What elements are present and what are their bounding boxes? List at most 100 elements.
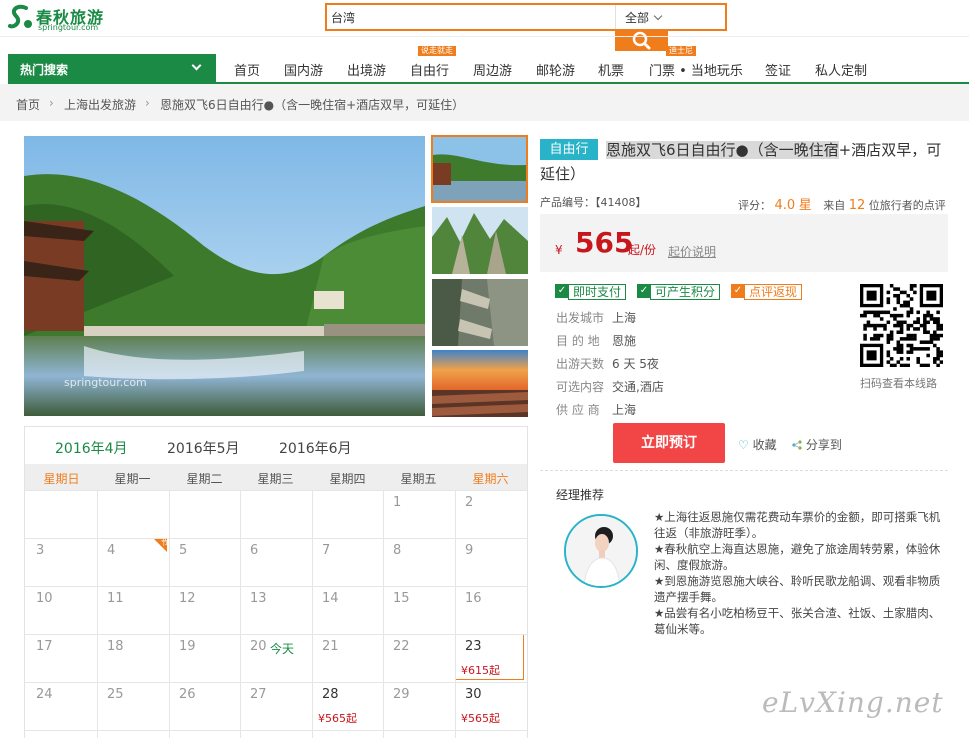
calendar-col-line [169,490,170,738]
header-divider [0,36,969,37]
qr-code-icon [860,284,943,367]
logo-mark-icon [8,4,32,29]
breadcrumb-category[interactable]: 上海出发旅游 [64,96,136,113]
rating-from-label: 来自 [823,199,846,212]
recommendation-line: ★品尝有名小吃柏杨豆干、张关合渣、社饭、土家腊肉、葛仙米等。 [654,606,941,636]
thumbnail-1[interactable] [431,135,528,203]
rating-label: 评分： [738,199,771,212]
nav-item-nearby[interactable]: 周边游 [473,60,512,79]
breadcrumb-current: 恩施双飞6日自由行●（含一晚住宿+酒店双早，可延住） [160,98,465,112]
weekday-fri: 星期五 [400,472,437,486]
breadcrumb-home[interactable]: 首页 [16,96,40,113]
calendar-day: 29 [393,687,410,702]
info-label-departure: 出发城市 [556,311,605,325]
recommendation-line: ★上海往返恩施仅需花费动车票价的金额，即可搭乘飞机往返（非旅游旺季）。 [654,510,941,540]
breadcrumb-separator-icon: › [49,96,54,110]
review-suffix: 位旅行者的点评 [868,199,946,212]
price-note-link[interactable]: 起价说明 [668,243,716,260]
landscape-image: springtour.com [24,136,425,416]
main-photo[interactable]: springtour.com [24,136,425,416]
calendar-day[interactable]: 28 [322,687,339,702]
month-tab-jun[interactable]: 2016年6月 [279,438,352,458]
calendar-col-line [97,490,98,738]
favorite-label: 收藏 [752,438,777,452]
thumbnail-2[interactable] [432,207,528,274]
logo[interactable]: 春秋旅游 springtour.com [8,4,118,36]
nav-item-cruise[interactable]: 邮轮游 [536,60,575,79]
product-title-highlight: 恩施双飞6日自由行●（含一晚住宿 [606,141,839,159]
calendar-row-line [25,586,527,587]
thumbnail-3[interactable] [432,279,528,346]
calendar-day: 15 [393,591,410,606]
nav-item-free-travel[interactable]: 自由行 [410,60,449,79]
weekday-mon: 星期一 [114,472,151,486]
calendar-day: 9 [465,543,474,558]
calendar-day: 13 [250,591,267,606]
avatar [564,514,638,588]
check-icon: ✓ [731,284,745,298]
nav-item-custom[interactable]: 私人定制 [815,60,867,79]
nav-item-flights[interactable]: 机票 [598,60,624,79]
thumbnail-4[interactable] [432,350,528,417]
nav-item-outbound[interactable]: 出境游 [347,60,386,79]
share-label: 分享到 [805,438,842,452]
calendar-day-price[interactable]: ¥565起 [318,710,357,726]
rating-unit: 星 [798,198,812,213]
search-box: 全部 [325,3,727,31]
manager-portrait [566,516,636,586]
calendar-day-price[interactable]: ¥615起 [461,662,500,678]
calendar-day-price[interactable]: ¥565起 [461,710,500,726]
nav-item-visa[interactable]: 签证 [765,60,791,79]
price-currency: ¥ [555,243,563,257]
favorite-button[interactable]: ♡ 收藏 [738,436,777,453]
calendar-day[interactable]: 23 [465,639,482,654]
nav-item-domestic[interactable]: 国内游 [284,60,323,79]
feature-instant-pay: ✓ 即时支付 [555,284,627,300]
calendar-row-line [25,634,527,635]
info-label-options: 可选内容 [556,380,605,394]
breadcrumb-separator-icon: › [145,96,150,110]
weekday-sat: 星期六 [472,472,509,486]
search-input[interactable] [331,8,611,26]
calendar-day: 16 [465,591,482,606]
thumbnail-image [432,350,528,417]
calendar-day: 8 [393,543,402,558]
calendar-day: 14 [322,591,339,606]
info-value-options: 交通,酒店 [612,380,664,394]
book-now-button[interactable]: 立即预订 [613,423,725,463]
calendar-row-line [25,730,527,731]
search-scope-select[interactable]: 全部 [625,9,663,26]
product-code-value: 【41408】 [595,196,647,209]
search-scope-value: 全部 [625,11,650,25]
info-value-duration: 6 天 5夜 [612,357,659,371]
price-unit: 起/份 [628,243,657,257]
hot-search-label: 热门搜索 [20,63,69,77]
month-tab-apr[interactable]: 2016年4月 [55,438,128,458]
nav-item-tickets[interactable]: 门票 • 当地玩乐 [649,60,743,79]
price-value: 565 [575,226,634,259]
hot-search-dropdown[interactable]: 热门搜索 [8,54,216,82]
calendar-day: 10 [36,591,53,606]
holiday-mark: 节 [161,539,168,547]
site-watermark: eLvXing.net [762,686,944,719]
calendar-day: 5 [179,543,188,558]
calendar-day: 2 [465,495,474,510]
info-value-supplier: 上海 [612,403,637,417]
calendar-day[interactable]: 30 [465,687,482,702]
calendar-col-line [383,490,384,738]
search-button[interactable] [615,29,668,51]
feature-points: ✓ 可产生积分 [637,284,721,300]
review-count[interactable]: 12 [849,198,866,213]
share-button[interactable]: 分享到 [792,436,842,453]
calendar-day: 22 [393,639,410,654]
month-tab-may[interactable]: 2016年5月 [167,438,240,458]
weekday-tue: 星期二 [186,472,223,486]
check-icon: ✓ [637,284,651,298]
nav-item-home[interactable]: 首页 [234,60,260,79]
calendar-row-line [25,682,527,683]
section-divider [540,470,948,471]
calendar-day: 11 [107,591,124,606]
feature-cashback: ✓ 点评返现 [731,284,803,300]
product-code-label: 产品编号： [540,196,595,209]
page-root: 春秋旅游 springtour.com 全部 热门搜索 首页 国内游 出境游 说… [0,0,969,738]
